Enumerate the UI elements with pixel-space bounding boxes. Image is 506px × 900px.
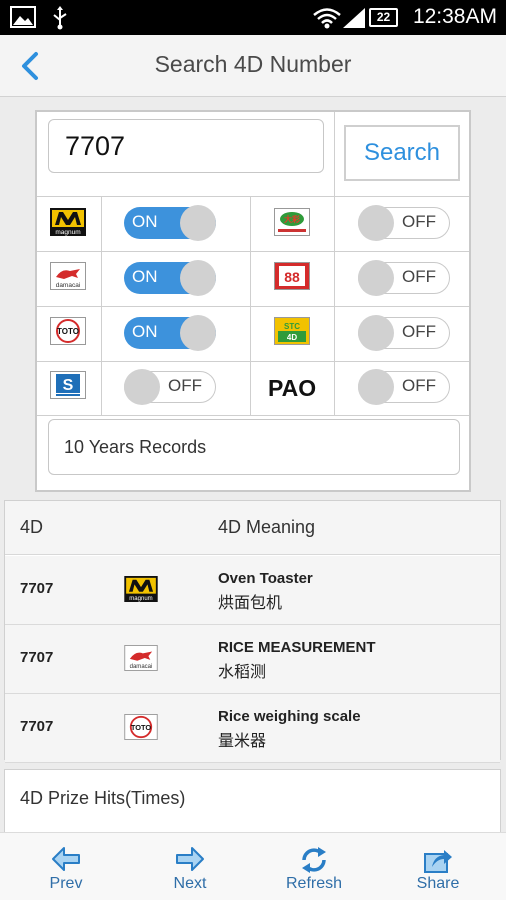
svg-text:STC: STC — [284, 322, 300, 331]
magnum-logo: magnum — [124, 576, 158, 602]
records-selector[interactable]: 10 Years Records — [48, 419, 460, 475]
search-input[interactable] — [48, 119, 324, 173]
damacai-logo: damacai — [50, 262, 86, 290]
svg-text:magnum: magnum — [129, 596, 152, 602]
meaning-zh: 量米器 — [218, 733, 267, 750]
divider — [334, 196, 335, 416]
toto-toggle[interactable]: ON — [124, 315, 216, 351]
prev-button[interactable]: Prev — [3, 833, 129, 900]
svg-text:S: S — [63, 377, 74, 394]
arrow-right-icon — [176, 847, 204, 871]
table-row[interactable]: 7707 damacai RICE MEASUREMENT 水稻测 — [5, 625, 500, 694]
arrow-left-icon — [52, 847, 80, 871]
search-button[interactable]: Search — [344, 125, 460, 181]
header-4d: 4D — [20, 517, 44, 537]
divider — [101, 196, 102, 416]
battery-icon: 22 — [369, 8, 398, 27]
sabah-88-logo: 88 — [274, 262, 310, 290]
svg-text:TOTO: TOTO — [57, 327, 79, 336]
share-icon — [424, 850, 452, 873]
meaning-en: Rice weighing scale — [218, 708, 361, 725]
meaning-en: RICE MEASUREMENT — [218, 639, 376, 656]
svg-text:magnum: magnum — [55, 229, 80, 236]
refresh-button[interactable]: Refresh — [251, 833, 377, 900]
toto-logo: TOTO — [124, 714, 158, 740]
svg-text:TOTO: TOTO — [131, 723, 152, 732]
share-button[interactable]: Share — [375, 833, 501, 900]
damacai-toggle[interactable]: ON — [124, 260, 216, 296]
sabah-88-toggle[interactable]: OFF — [358, 260, 450, 296]
meaning-en: Oven Toaster — [218, 570, 313, 587]
search-panel: Search magnum ON 大彩 OFF damacai — [35, 110, 471, 492]
signal-icon — [343, 8, 365, 28]
damacai-logo: damacai — [124, 645, 158, 671]
singapore-pools-logo: S — [50, 371, 86, 399]
pao-toggle[interactable]: OFF — [358, 369, 450, 405]
table-row[interactable]: 7707 TOTO Rice weighing scale 量米器 — [5, 694, 500, 763]
svg-text:damacai: damacai — [56, 282, 81, 289]
special-cash-sweep-logo: 大彩 — [274, 208, 310, 236]
title-bar: Search 4D Number — [0, 35, 506, 97]
prize-hits-label: 4D Prize Hits(Times) — [20, 788, 186, 808]
meaning-zh: 烘面包机 — [218, 595, 283, 612]
refresh-icon — [302, 847, 326, 873]
table-row[interactable]: 7707 magnum Oven Toaster 烘面包机 — [5, 556, 500, 625]
next-button[interactable]: Next — [127, 833, 253, 900]
status-time: 12:38AM — [412, 5, 497, 28]
magnum-logo: magnum — [50, 208, 86, 236]
divider — [250, 196, 251, 416]
row-number: 7707 — [20, 649, 54, 666]
svg-text:88: 88 — [284, 269, 300, 285]
row-number: 7707 — [20, 718, 54, 735]
bottom-nav: Prev Next Refresh Share — [0, 832, 506, 900]
svg-text:damacai: damacai — [130, 664, 153, 670]
pao-label: PAO — [268, 375, 317, 401]
special-cash-sweep-toggle[interactable]: OFF — [358, 205, 450, 241]
singapore-pools-toggle[interactable]: OFF — [124, 369, 216, 405]
stc-logo: STC 4D — [274, 317, 310, 345]
app-screen: 22 12:38AM Search 4D Number Search magnu… — [0, 0, 506, 900]
meaning-zh: 水稻测 — [218, 664, 267, 681]
wifi-icon — [313, 8, 341, 29]
prize-hits-section[interactable]: 4D Prize Hits(Times) — [4, 769, 501, 833]
row-number: 7707 — [20, 580, 54, 597]
usb-icon — [53, 6, 67, 30]
svg-text:4D: 4D — [287, 333, 297, 342]
magnum-toggle[interactable]: ON — [124, 205, 216, 241]
toto-logo: TOTO — [50, 317, 86, 345]
header-4d-meaning: 4D Meaning — [218, 517, 316, 537]
results-table: 4D 4D Meaning 7707 magnum Oven Toaster 烘… — [4, 500, 501, 763]
status-bar: 22 12:38AM — [0, 0, 506, 35]
gallery-icon — [10, 6, 36, 28]
svg-text:大彩: 大彩 — [284, 214, 300, 224]
stc-toggle[interactable]: OFF — [358, 315, 450, 351]
divider — [334, 112, 335, 196]
page-title: Search 4D Number — [154, 51, 352, 77]
results-header: 4D 4D Meaning — [5, 501, 500, 555]
